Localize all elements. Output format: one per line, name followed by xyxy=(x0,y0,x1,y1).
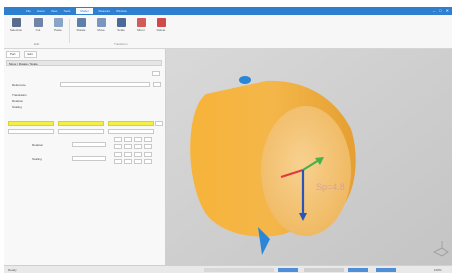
selection-label: Selection xyxy=(9,28,23,32)
measurement-label: Sp=4.8 xyxy=(316,182,345,192)
tab-tools[interactable]: Tools xyxy=(63,8,70,14)
tab-view[interactable]: View xyxy=(51,8,57,14)
x-value-field[interactable] xyxy=(8,121,54,126)
tab-model[interactable]: Model xyxy=(76,8,93,14)
status-info-field xyxy=(204,268,274,272)
scale-y-button[interactable] xyxy=(124,152,132,157)
3d-viewport[interactable]: Sp=4.8 xyxy=(166,49,452,265)
rotate-neg-x-button[interactable] xyxy=(114,144,122,149)
ribbon-group-edit: Edit xyxy=(34,42,40,46)
zoom-level: 100% xyxy=(434,268,442,272)
rotate-z-button[interactable] xyxy=(134,137,142,142)
scale-reset-button[interactable] xyxy=(144,152,152,157)
cut-button[interactable]: Cut xyxy=(29,18,47,44)
ribbon-separator xyxy=(69,19,70,43)
rotation-angle-field[interactable] xyxy=(72,142,106,147)
minimize-button[interactable]: – xyxy=(433,8,435,13)
move-icon xyxy=(96,18,106,27)
rotate-y-button[interactable] xyxy=(124,137,132,142)
panel-option-button[interactable] xyxy=(152,71,160,76)
paste-button[interactable]: Paste xyxy=(49,18,67,44)
mirror-icon xyxy=(136,18,146,27)
delete-icon xyxy=(156,18,166,27)
mirror-label: Mirror xyxy=(137,28,145,32)
top-marker-icon xyxy=(239,76,251,84)
rotation-label: Rotation xyxy=(32,143,44,147)
delete-button[interactable]: Delete xyxy=(152,18,170,44)
rotate-button[interactable]: Rotate xyxy=(72,18,90,44)
ribbon: Selection Cut Paste Rotate Move Scale Mi… xyxy=(4,15,452,49)
scale-double-button[interactable] xyxy=(134,159,142,164)
rotate-icon xyxy=(76,18,86,27)
apply-translation-button[interactable] xyxy=(155,121,163,126)
y-value-field[interactable] xyxy=(58,121,104,126)
cut-icon xyxy=(33,18,43,27)
rotate-x-button[interactable] xyxy=(114,137,122,142)
scale-uniform-button[interactable] xyxy=(114,159,122,164)
scale-icon xyxy=(116,18,126,27)
status-text: Ready xyxy=(8,268,17,272)
mirror-button[interactable]: Mirror xyxy=(132,18,150,44)
z-value-field[interactable] xyxy=(108,121,154,126)
tab-home[interactable]: Home xyxy=(37,8,45,14)
rotate-neg-z-button[interactable] xyxy=(134,144,142,149)
move-label: Move xyxy=(97,28,105,32)
scale-label: Scale xyxy=(117,28,125,32)
section-header[interactable]: Move / Rotate / Scale xyxy=(6,60,162,66)
x-step-field[interactable] xyxy=(8,129,54,134)
y-step-field[interactable] xyxy=(58,129,104,134)
scaling-factor-field[interactable] xyxy=(72,156,106,161)
reference-dropdown[interactable] xyxy=(60,82,150,87)
close-button[interactable]: ✕ xyxy=(446,8,449,13)
scale-button[interactable]: Scale xyxy=(112,18,130,44)
title-bar: File Home View Tools Model Measure Windo… xyxy=(4,7,452,15)
selection-icon xyxy=(11,18,21,27)
scaling-row-label: Scaling xyxy=(12,105,22,109)
tab-window[interactable]: Window xyxy=(116,8,127,14)
status-view-indicator[interactable] xyxy=(348,268,368,272)
scale-apply-button[interactable] xyxy=(144,159,152,164)
app-window: File Home View Tools Model Measure Windo… xyxy=(4,7,452,273)
paste-icon xyxy=(53,18,63,27)
rotate-neg-y-button[interactable] xyxy=(124,144,132,149)
scale-half-button[interactable] xyxy=(124,159,132,164)
status-bar: Ready 100% xyxy=(4,265,452,273)
maximize-button[interactable]: □ xyxy=(439,8,441,13)
ribbon-tabs: File Home View Tools Model Measure Windo… xyxy=(26,8,127,14)
cylinder-end-cap[interactable] xyxy=(261,106,351,236)
viewport-canvas[interactable]: Sp=4.8 xyxy=(166,49,452,265)
scale-z-button[interactable] xyxy=(134,152,142,157)
ribbon-group-transform: Transform xyxy=(114,42,128,46)
selection-button[interactable]: Selection xyxy=(7,18,25,44)
z-step-field[interactable] xyxy=(108,129,154,134)
status-mode-indicator[interactable] xyxy=(278,268,298,272)
translation-label: Translation xyxy=(12,93,27,97)
reference-label: Reference xyxy=(12,83,26,87)
status-snap-indicator[interactable] xyxy=(376,268,396,272)
cut-label: Cut xyxy=(35,28,41,32)
rotate-reset-button[interactable] xyxy=(144,137,152,142)
rotate-apply-button[interactable] xyxy=(144,144,152,149)
tab-measure[interactable]: Measure xyxy=(99,8,111,14)
scaling-label: Scaling xyxy=(32,157,42,161)
status-slider-track[interactable] xyxy=(304,268,344,272)
properties-panel: Part Edit Move / Rotate / Scale Referenc… xyxy=(4,49,166,265)
panel-tab-part[interactable]: Part xyxy=(6,51,20,58)
paste-label: Paste xyxy=(54,28,62,32)
rotate-label: Rotate xyxy=(76,28,86,32)
tab-file[interactable]: File xyxy=(26,8,31,14)
reference-pick-button[interactable] xyxy=(153,82,161,87)
scale-x-button[interactable] xyxy=(114,152,122,157)
rotation-row-label: Rotation xyxy=(12,99,24,103)
move-button[interactable]: Move xyxy=(92,18,110,44)
panel-tab-edit[interactable]: Edit xyxy=(23,51,37,58)
delete-label: Delete xyxy=(156,28,166,32)
